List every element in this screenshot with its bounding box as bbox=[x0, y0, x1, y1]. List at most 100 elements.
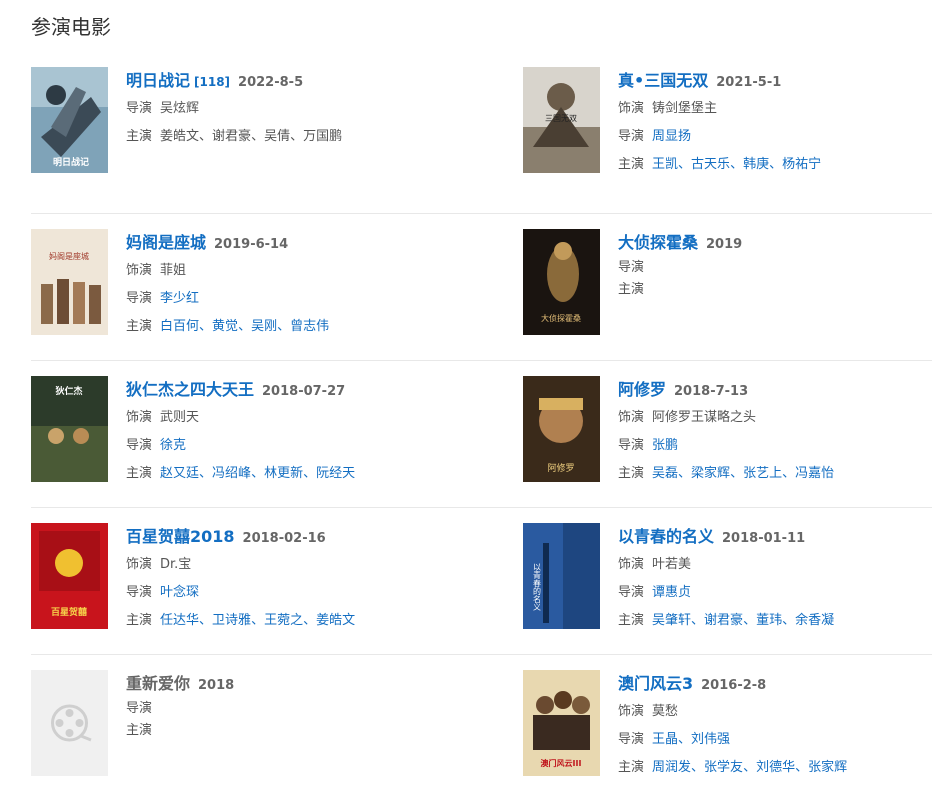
cast-link[interactable]: 梁家辉 bbox=[691, 466, 730, 481]
cast-link[interactable]: 黄觉 bbox=[212, 319, 238, 334]
cast-link[interactable]: 冯嘉怡 bbox=[795, 466, 834, 481]
poster-title-text: 大侦探霍桑 bbox=[541, 313, 581, 323]
film-card: 阿修罗 阿修罗 2018-7-13 饰演 阿修罗王谋略之头 导演 张鹏 主演 吴磊、梁… bbox=[523, 376, 932, 507]
film-reel-icon bbox=[31, 670, 108, 776]
film-date: 2018-7-13 bbox=[674, 384, 749, 399]
poster-title-text: 狄仁杰 bbox=[54, 385, 82, 397]
cast-link[interactable]: 阮经天 bbox=[316, 466, 355, 481]
role-label: 饰演 bbox=[126, 410, 153, 425]
film-title-link[interactable]: 明日战记 bbox=[126, 67, 190, 91]
director-link[interactable]: 谭惠贞 bbox=[652, 585, 691, 600]
film-title-link[interactable]: 真•三国无双 bbox=[618, 67, 708, 91]
film-title-link[interactable]: 大侦探霍桑 bbox=[618, 229, 698, 253]
film-title-link[interactable]: 妈阁是座城 bbox=[126, 229, 206, 253]
cast-link[interactable]: 林更新 bbox=[264, 466, 303, 481]
cast-link[interactable]: 吴刚 bbox=[251, 319, 277, 334]
cast-link[interactable]: 卫诗雅 bbox=[212, 613, 251, 628]
cast-link[interactable]: 王凯 bbox=[652, 157, 678, 172]
film-date: 2018-01-11 bbox=[722, 531, 806, 546]
cast-name: 姜皓文 bbox=[160, 129, 200, 144]
film-title-link[interactable]: 狄仁杰之四大天王 bbox=[126, 376, 254, 400]
film-date: 2019 bbox=[706, 237, 743, 252]
cast-link[interactable]: 周润发 bbox=[652, 760, 691, 775]
film-poster[interactable]: 三国无双 bbox=[523, 67, 600, 173]
role-name: Dr.宝 bbox=[160, 557, 192, 572]
poster-title-text: 百星贺囍 bbox=[51, 606, 87, 618]
cast-label: 主演 bbox=[618, 466, 645, 481]
cast-name: 吴倩 bbox=[264, 129, 291, 144]
director-link[interactable]: 王晶 bbox=[652, 732, 678, 747]
director-link[interactable]: 张鹏 bbox=[652, 438, 678, 453]
role-label: 饰演 bbox=[618, 704, 645, 719]
cast-link[interactable]: 杨祐宁 bbox=[782, 157, 821, 172]
film-row: 狄仁杰 狄仁杰之四大天王 2018-07-27 饰演 武则天 导演 徐克 主演 赵又廷… bbox=[31, 361, 932, 508]
cast-link[interactable]: 白百何 bbox=[160, 319, 199, 334]
film-card: 妈阁是座城 妈阁是座城 2019-6-14 饰演 菲姐 导演 李少红 主演 白百何、黄… bbox=[31, 229, 523, 360]
film-card: 以青春的名义 以青春的名义 2018-01-11 饰演 叶若美 导演 谭惠贞 主演吴… bbox=[523, 523, 932, 654]
cast-link[interactable]: 张学友 bbox=[704, 760, 743, 775]
cast-link[interactable]: 刘德华 bbox=[756, 760, 795, 775]
director-label: 导演 bbox=[618, 585, 645, 600]
film-poster[interactable]: 大侦探霍桑 bbox=[523, 229, 600, 335]
director-label: 导演 bbox=[618, 732, 645, 747]
cast-link[interactable]: 姜皓文 bbox=[316, 613, 355, 628]
role-label: 饰演 bbox=[618, 557, 645, 572]
cast-link[interactable]: 吴肇轩 bbox=[652, 613, 691, 628]
director-link[interactable]: 李少红 bbox=[160, 291, 199, 306]
director-link[interactable]: 叶念琛 bbox=[160, 585, 199, 600]
role-label: 饰演 bbox=[126, 557, 153, 572]
cast-label: 主演 bbox=[126, 129, 153, 144]
director-label: 导演 bbox=[126, 701, 153, 716]
film-row: 百星贺囍 百星贺囍2018 2018-02-16 饰演 Dr.宝 导演 叶念琛 主演… bbox=[31, 508, 932, 655]
film-title-link[interactable]: 以青春的名义 bbox=[618, 523, 714, 547]
cast-link[interactable]: 董玮 bbox=[756, 613, 782, 628]
director-link[interactable]: 刘伟强 bbox=[691, 732, 730, 747]
cast-link[interactable]: 张家辉 bbox=[808, 760, 847, 775]
cast-label: 主演 bbox=[126, 319, 153, 334]
film-title-link[interactable]: 阿修罗 bbox=[618, 376, 666, 400]
director-link[interactable]: 周显扬 bbox=[652, 129, 691, 144]
cast-link[interactable]: 古天乐 bbox=[691, 157, 730, 172]
film-poster[interactable]: 明日战记 bbox=[31, 67, 108, 173]
film-title-link[interactable]: 澳门风云3 bbox=[618, 670, 693, 694]
film-date: 2022-8-5 bbox=[238, 75, 304, 90]
film-row: 明日战记 明日战记 [118] 2022-8-5 导演 吴炫辉 主演 姜皓文、谢君豪… bbox=[31, 67, 932, 214]
cast-label: 主演 bbox=[126, 466, 153, 481]
director-name: 吴炫辉 bbox=[160, 101, 200, 116]
role-name: 铸剑堡堡主 bbox=[652, 101, 718, 116]
film-poster[interactable]: 以青春的名义 bbox=[523, 523, 600, 629]
cast-link[interactable]: 王菀之 bbox=[264, 613, 303, 628]
film-card: 三国无双 真•三国无双 2021-5-1 饰演 铸剑堡堡主 导演 周显扬 主演 王凯、… bbox=[523, 67, 932, 213]
film-card: 大侦探霍桑 大侦探霍桑 2019 导演 主演 bbox=[523, 229, 932, 360]
cast-link[interactable]: 曾志伟 bbox=[290, 319, 329, 334]
film-poster[interactable]: 百星贺囍 bbox=[31, 523, 108, 629]
cast-link[interactable]: 张艺上 bbox=[743, 466, 782, 481]
film-date: 2021-5-1 bbox=[716, 75, 782, 90]
film-title: 重新爱你 bbox=[126, 674, 191, 693]
cast-link[interactable]: 任达华 bbox=[160, 613, 199, 628]
film-poster[interactable]: 狄仁杰 bbox=[31, 376, 108, 482]
cast-link[interactable]: 冯绍峰 bbox=[212, 466, 251, 481]
role-name: 莫愁 bbox=[652, 704, 679, 719]
film-poster[interactable]: 阿修罗 bbox=[523, 376, 600, 482]
cast-name: 谢君豪 bbox=[212, 129, 252, 144]
cast-link[interactable]: 赵又廷 bbox=[160, 466, 199, 481]
cast-label: 主演 bbox=[126, 723, 153, 738]
film-date: 2018 bbox=[198, 678, 235, 693]
director-link[interactable]: 徐克 bbox=[160, 438, 186, 453]
citation-link[interactable]: [118] bbox=[194, 75, 230, 89]
film-card: 百星贺囍 百星贺囍2018 2018-02-16 饰演 Dr.宝 导演 叶念琛 主演… bbox=[31, 523, 523, 654]
film-card: 重新爱你 2018 导演 主演 bbox=[31, 670, 523, 802]
film-poster[interactable]: 妈阁是座城 bbox=[31, 229, 108, 335]
role-label: 饰演 bbox=[126, 263, 153, 278]
film-title-link[interactable]: 百星贺囍2018 bbox=[126, 523, 235, 547]
cast-link[interactable]: 谢君豪 bbox=[704, 613, 743, 628]
film-poster-placeholder[interactable] bbox=[31, 670, 108, 776]
film-grid: 明日战记 明日战记 [118] 2022-8-5 导演 吴炫辉 主演 姜皓文、谢君豪… bbox=[31, 67, 932, 802]
director-label: 导演 bbox=[126, 291, 153, 306]
cast-link[interactable]: 余香凝 bbox=[795, 613, 834, 628]
cast-link[interactable]: 韩庚 bbox=[743, 157, 769, 172]
cast-label: 主演 bbox=[126, 613, 153, 628]
cast-link[interactable]: 吴磊 bbox=[652, 466, 678, 481]
film-poster[interactable]: 澳门风云III bbox=[523, 670, 600, 776]
